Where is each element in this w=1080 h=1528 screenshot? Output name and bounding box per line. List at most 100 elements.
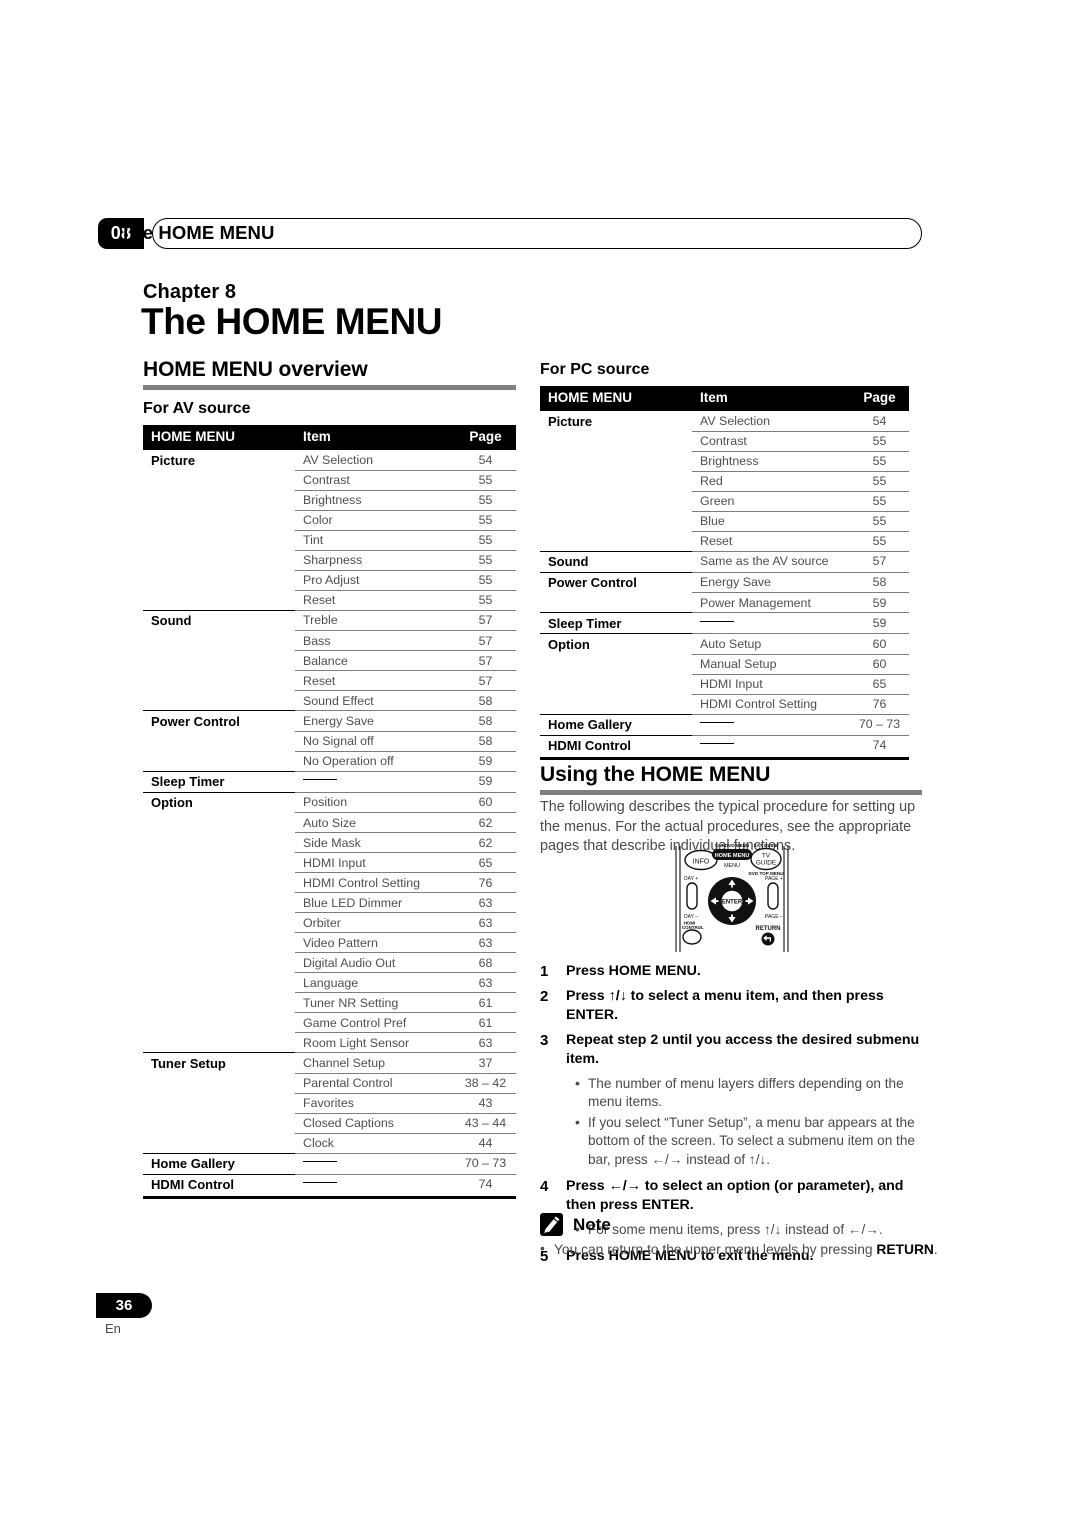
av-source-table: HOME MENU Item Page Picture AV Selection 5… <box>143 425 516 1195</box>
cell-page: 60 <box>455 791 516 813</box>
guide-label: GUIDE <box>756 860 776 867</box>
table-row: Power Control Energy Save 58 <box>540 571 909 593</box>
table-row: Option Position 60 <box>143 791 516 813</box>
cell-page: 60 <box>850 654 909 675</box>
av-table-body: Picture AV Selection 54 Contrast 55 Brightnes… <box>143 449 516 1195</box>
cell-item: Bass <box>295 630 455 651</box>
cell-page: 55 <box>850 511 909 532</box>
cell-item: Video Pattern <box>295 932 455 953</box>
procedure-step: 3 Repeat step 2 until you access the desi… <box>540 1031 926 1069</box>
column-header-home-menu: HOME MENU <box>540 386 692 411</box>
table-row: Contrast 55 <box>540 431 909 452</box>
table-row: Reset 55 <box>540 531 909 552</box>
table-row: Manual Setup 60 <box>540 654 909 675</box>
cell-item: Contrast <box>692 431 850 452</box>
cell-page: 61 <box>455 1012 516 1033</box>
cell-home-menu <box>540 431 692 451</box>
page-number-badge: 36 <box>96 1293 152 1318</box>
table-row: Option Auto Setup 60 <box>540 633 909 655</box>
cell-home-menu: HDMI Control <box>540 734 692 756</box>
cell-page: 60 <box>850 633 909 655</box>
cell-home-menu: Sleep Timer <box>143 770 295 792</box>
cell-home-menu <box>143 510 295 530</box>
cell-item: Language <box>295 972 455 993</box>
cell-page: 59 <box>455 751 516 772</box>
cell-home-menu <box>143 1093 295 1113</box>
table-row: Blue LED Dimmer 63 <box>143 892 516 913</box>
table-row: Red 55 <box>540 471 909 492</box>
sat-guide-label: SAT GUIDE <box>754 843 779 848</box>
table-row: Auto Size 62 <box>143 812 516 833</box>
cell-item: Manual Setup <box>692 654 850 675</box>
cell-item: Red <box>692 471 850 492</box>
cell-home-menu <box>143 751 295 771</box>
cell-home-menu <box>143 570 295 590</box>
pencil-icon <box>540 1213 563 1236</box>
table-row: Bass 57 <box>143 630 516 651</box>
cell-item: Green <box>692 491 850 512</box>
cell-item: Reset <box>295 590 455 611</box>
pc-table-bottom-rule <box>540 757 909 761</box>
step-bullet-item: If you select “Tuner Setup”, a menu bar … <box>575 1113 926 1169</box>
cell-home-menu <box>143 853 295 873</box>
cell-item: HDMI Input <box>295 852 455 873</box>
cell-page: 74 <box>850 734 909 756</box>
cell-item: Sharpness <box>295 550 455 571</box>
cell-home-menu <box>143 1113 295 1133</box>
cell-home-menu <box>143 1073 295 1093</box>
dash-marker <box>303 1182 337 1183</box>
cell-page: 43 – 44 <box>455 1113 516 1134</box>
cell-item <box>295 1173 455 1195</box>
cell-page: 63 <box>455 1032 516 1053</box>
cell-item: Same as the AV source <box>692 550 850 573</box>
cell-home-menu: Tuner Setup <box>143 1052 295 1073</box>
step-text: Repeat step 2 until you access the desir… <box>566 1032 920 1067</box>
cell-home-menu <box>143 470 295 490</box>
note-block: Note You can return to the upper menu le… <box>540 1213 940 1260</box>
cell-page: 63 <box>455 972 516 993</box>
cell-home-menu <box>540 451 692 471</box>
table-row: HDMI Input 65 <box>143 852 516 873</box>
table-row: Contrast 55 <box>143 470 516 491</box>
av-table-bottom-rule <box>143 1196 516 1200</box>
table-row: HDMI Control Setting 76 <box>143 872 516 893</box>
cell-home-menu <box>143 873 295 893</box>
cell-item: Clock <box>295 1133 455 1154</box>
column-header-home-menu: HOME MENU <box>143 425 295 450</box>
table-row: No Signal off 58 <box>143 731 516 752</box>
cell-page: 55 <box>850 471 909 492</box>
table-row: Clock 44 <box>143 1133 516 1154</box>
cell-home-menu: Sleep Timer <box>540 612 692 634</box>
cell-home-menu <box>143 530 295 550</box>
cell-home-menu: HDMI Control <box>143 1173 295 1195</box>
cell-page: 59 <box>850 612 909 634</box>
cell-home-menu <box>143 813 295 833</box>
note-text-after: . <box>933 1242 938 1257</box>
table-row: Home Gallery 70 – 73 <box>540 713 909 736</box>
cell-page: 76 <box>455 872 516 893</box>
sat-dvd-menu-label: SAT/DVD MENU <box>715 843 750 848</box>
cell-home-menu <box>540 531 692 551</box>
cell-page: 55 <box>850 491 909 512</box>
cell-item: Blue <box>692 511 850 532</box>
cell-item: Position <box>295 791 455 813</box>
day-rocker-button <box>686 882 698 910</box>
step-text: Press ←/→ to select an option (or parame… <box>566 1178 904 1214</box>
note-text-before: You can return to the upper menu levels … <box>554 1242 877 1257</box>
cell-item: Tint <box>295 530 455 551</box>
cell-page: 54 <box>455 449 516 471</box>
cell-item: Auto Setup <box>692 633 850 655</box>
table-row: Color 55 <box>143 510 516 531</box>
table-row: Sound Same as the AV source 57 <box>540 550 909 573</box>
heading-for-av-source: For AV source <box>143 400 251 417</box>
cell-item: Channel Setup <box>295 1052 455 1074</box>
info-button-label: INFO <box>693 859 710 866</box>
hdmi-control-label-line2: CONTROL <box>682 925 704 930</box>
table-row: Sound Treble 57 <box>143 609 516 631</box>
column-header-page: Page <box>850 386 909 411</box>
cell-home-menu <box>540 694 692 714</box>
table-row: Pro Adjust 55 <box>143 570 516 591</box>
cell-item: Auto Size <box>295 812 455 833</box>
cell-page: 38 – 42 <box>455 1073 516 1094</box>
page-rocker-button <box>767 882 779 910</box>
